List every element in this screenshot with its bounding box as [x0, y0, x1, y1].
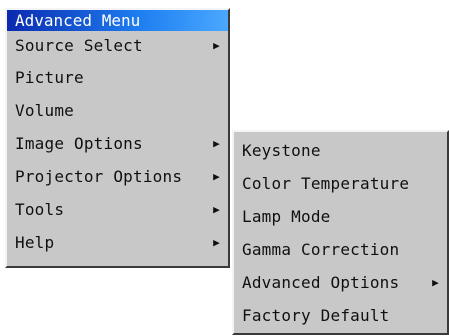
submenu-item-keystone[interactable]: Keystone [234, 134, 447, 167]
image-options-submenu: Keystone Color Temperature Lamp Mode Gam… [232, 130, 449, 335]
menu-item-label: Keystone [242, 141, 321, 160]
submenu-arrow-icon: ▶ [213, 236, 220, 249]
menu-item-label: Color Temperature [242, 174, 410, 193]
menu-item-label: Tools [15, 200, 65, 219]
submenu-arrow-icon: ▶ [213, 137, 220, 150]
menu-item-label: Volume [15, 101, 74, 120]
menu-title: Advanced Menu [7, 10, 228, 31]
menu-item-label: Picture [15, 68, 84, 87]
menu-item-source-select[interactable]: Source Select ▶ [7, 31, 228, 61]
menu-item-picture[interactable]: Picture [7, 61, 228, 94]
menu-item-help[interactable]: Help ▶ [7, 226, 228, 259]
submenu-arrow-icon: ▶ [213, 39, 220, 52]
menu-item-image-options[interactable]: Image Options ▶ [7, 127, 228, 160]
submenu-item-gamma-correction[interactable]: Gamma Correction [234, 233, 447, 266]
submenu-arrow-icon: ▶ [432, 276, 439, 289]
menu-item-projector-options[interactable]: Projector Options ▶ [7, 160, 228, 193]
menu-item-label: Projector Options [15, 167, 183, 186]
menu-item-label: Advanced Options [242, 273, 400, 292]
submenu-item-factory-default[interactable]: Factory Default [234, 299, 447, 332]
submenu-item-lamp-mode[interactable]: Lamp Mode [234, 200, 447, 233]
menu-item-label: Help [15, 233, 55, 252]
menu-item-tools[interactable]: Tools ▶ [7, 193, 228, 226]
submenu-item-color-temperature[interactable]: Color Temperature [234, 167, 447, 200]
menu-item-label: Gamma Correction [242, 240, 400, 259]
submenu-item-advanced-options[interactable]: Advanced Options ▶ [234, 266, 447, 299]
menu-item-label: Factory Default [242, 306, 390, 325]
menu-item-label: Lamp Mode [242, 207, 331, 226]
submenu-arrow-icon: ▶ [213, 203, 220, 216]
submenu-arrow-icon: ▶ [213, 170, 220, 183]
menu-item-label: Source Select [15, 36, 143, 55]
advanced-menu: Advanced Menu Source Select ▶ Picture Vo… [5, 8, 230, 268]
menu-item-volume[interactable]: Volume [7, 94, 228, 127]
menu-item-label: Image Options [15, 134, 143, 153]
